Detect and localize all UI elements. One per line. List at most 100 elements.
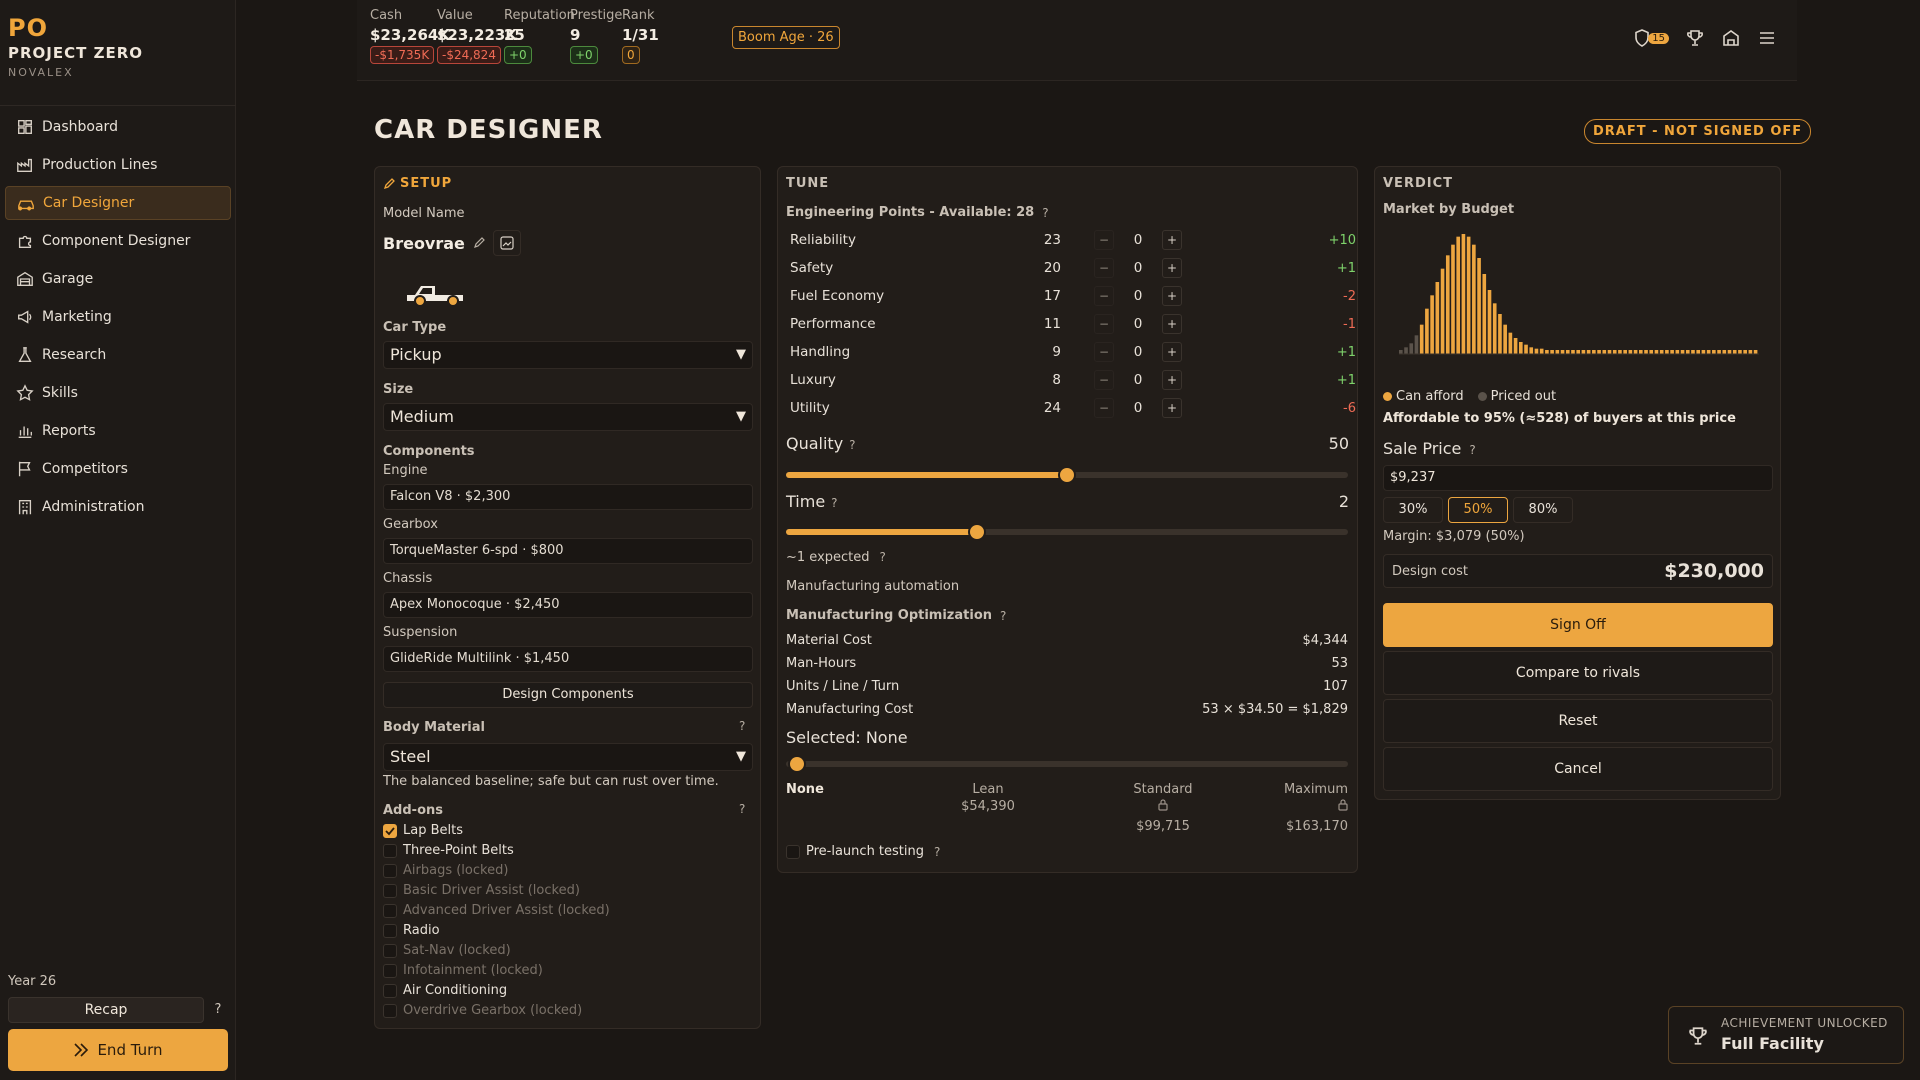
sidebar-item-competitors[interactable]: Competitors [5,452,231,486]
logo-mark: PO [8,14,48,42]
checkbox-box[interactable] [786,844,800,859]
addon-checkbox[interactable]: Lap Belts [383,823,463,838]
sidebar-item-skills[interactable]: Skills [5,376,231,410]
decrement-button[interactable]: − [1094,258,1114,278]
addons-help-icon[interactable]: ? [739,802,745,816]
increment-button[interactable]: + [1162,230,1182,250]
component-field-suspension[interactable]: GlideRide Multilink · $1,450 [383,646,753,672]
chart-bar [1685,350,1690,354]
sidebar-item-research[interactable]: Research [5,338,231,372]
optimization-help-icon[interactable]: ? [1000,609,1006,623]
legend-swatch [1477,392,1487,401]
recap-help-icon[interactable]: ? [208,997,228,1023]
quality-slider[interactable] [786,466,1348,484]
addon-checkbox[interactable]: Air Conditioning [383,983,507,998]
checkbox-box[interactable] [383,983,397,998]
increment-button[interactable]: + [1162,258,1182,278]
checkbox-box[interactable] [383,843,397,858]
checkbox-box[interactable] [383,923,397,938]
achievement-toast[interactable]: ACHIEVEMENT UNLOCKED Full Facility [1668,1006,1904,1064]
engineering-points-help-icon[interactable]: ? [1042,206,1048,220]
sidebar-item-reports[interactable]: Reports [5,414,231,448]
increment-button[interactable]: + [1162,370,1182,390]
tier-maximum[interactable]: Maximum $163,170 [1248,782,1348,834]
decrement-button[interactable]: − [1094,342,1114,362]
chart-bar [1753,350,1758,354]
time-help-icon[interactable]: ? [831,496,837,510]
decrement-button[interactable]: − [1094,230,1114,250]
checkbox-box[interactable] [383,823,397,838]
chart-bar [1597,350,1601,354]
trophy-icon[interactable] [1685,28,1705,48]
chart-bar [1477,258,1481,354]
notifications-button[interactable]: 15 [1632,28,1669,48]
addon-checkbox[interactable]: Three-Point Belts [383,843,514,858]
tier-none[interactable]: None [786,782,866,799]
sidebar-item-label: Competitors [42,461,128,477]
metric-row: Material Cost $4,344 [786,633,1348,648]
sidebar-item-garage[interactable]: Garage [5,262,231,296]
chart-bar [1581,350,1586,354]
sidebar-item-marketing[interactable]: Marketing [5,300,231,334]
sale-price-input[interactable]: $9,237 [1383,465,1773,491]
prelaunch-help-icon[interactable]: ? [934,845,940,859]
car-type-label: Car Type [383,320,447,335]
edit-name-icon[interactable] [473,237,485,249]
optimization-slider[interactable] [786,755,1348,773]
time-slider[interactable] [786,523,1348,541]
metric-label: Man-Hours [786,656,857,671]
increment-button[interactable]: + [1162,398,1182,418]
attribute-row-handling: Handling 9 − 0 + +1 [786,340,1356,364]
decrement-button[interactable]: − [1094,398,1114,418]
tier-lean[interactable]: Lean $54,390 [948,782,1028,814]
camera-icon[interactable] [1721,28,1741,48]
quality-slider-knob[interactable] [1058,466,1076,484]
sidebar-item-component-designer[interactable]: Component Designer [5,224,231,258]
quality-help-icon[interactable]: ? [849,438,855,452]
tier-standard[interactable]: Standard $99,715 [1123,782,1203,834]
decrement-button[interactable]: − [1094,370,1114,390]
body-material-help-icon[interactable]: ? [739,719,745,733]
addon-checkbox[interactable]: Radio [383,923,440,938]
body-material-select[interactable]: Steel ▼ [383,743,753,771]
size-select[interactable]: Medium ▼ [383,403,753,431]
increment-button[interactable]: + [1162,286,1182,306]
sidebar-item-car-designer[interactable]: Car Designer [5,186,231,220]
design-components-button[interactable]: Design Components [383,682,753,708]
design-cost-label: Design cost [1392,564,1468,579]
end-turn-button[interactable]: End Turn [8,1029,228,1071]
expected-help-icon[interactable]: ? [880,550,886,565]
sale-price-help-icon[interactable]: ? [1469,443,1475,457]
model-name-value: Breovrae [383,233,465,253]
sidebar-item-dashboard[interactable]: Dashboard [5,110,231,144]
compare-rivals-button[interactable]: Compare to rivals [1383,651,1773,695]
component-field-chassis[interactable]: Apex Monocoque · $2,450 [383,592,753,618]
era-badge[interactable]: Boom Age · 26 [732,26,840,49]
body-material-label: Body Material [383,720,485,735]
image-button[interactable] [492,230,521,256]
increment-button[interactable]: + [1162,314,1182,334]
menu-icon[interactable] [1757,28,1777,48]
increment-button[interactable]: + [1162,342,1182,362]
decrement-button[interactable]: − [1094,314,1114,334]
flag-icon [18,461,31,477]
margin-preset-button[interactable]: 80% [1513,497,1573,523]
optimization-slider-knob[interactable] [788,755,807,773]
recap-button[interactable]: Recap [8,997,204,1023]
sign-off-button[interactable]: Sign Off [1383,603,1773,647]
chart-bar [1534,348,1539,354]
time-slider-knob[interactable] [968,523,987,541]
sidebar-item-production-lines[interactable]: Production Lines [5,148,231,182]
decrement-button[interactable]: − [1094,286,1114,306]
reset-button[interactable]: Reset [1383,699,1773,743]
component-field-gearbox[interactable]: TorqueMaster 6-spd · $800 [383,538,753,564]
margin-preset-button[interactable]: 30% [1383,497,1443,523]
sidebar-item-administration[interactable]: Administration [5,490,231,524]
prelaunch-testing-checkbox[interactable]: Pre-launch testing ? [786,844,940,859]
margin-preset-button[interactable]: 50% [1448,497,1508,523]
chart-bar [1649,350,1654,354]
cancel-button[interactable]: Cancel [1383,747,1773,791]
car-type-select[interactable]: Pickup ▼ [383,341,753,369]
chart-bar [1492,303,1497,354]
component-field-engine[interactable]: Falcon V8 · $2,300 [383,484,753,510]
